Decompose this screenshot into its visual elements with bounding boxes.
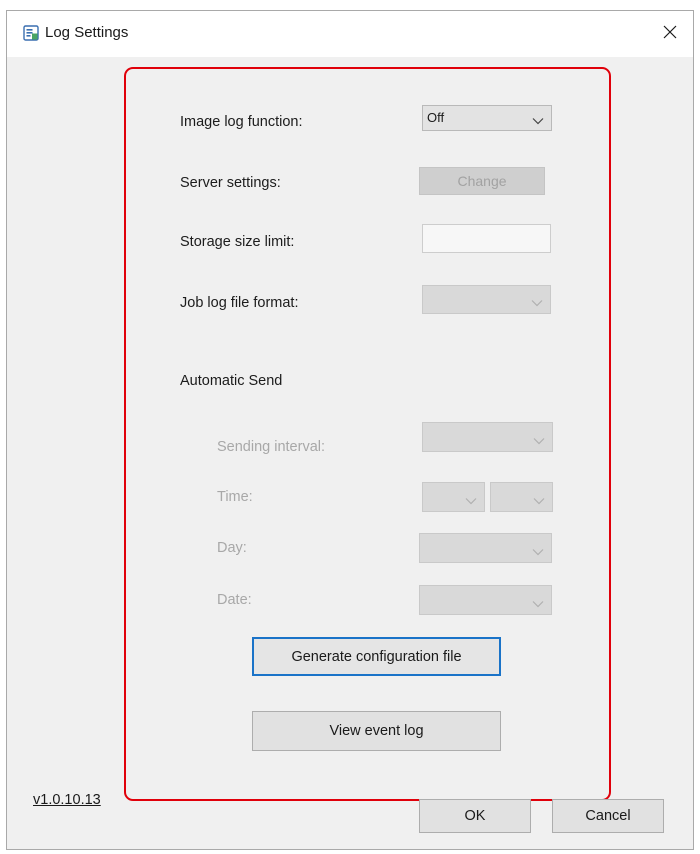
date-select[interactable] [419,585,552,615]
job-log-file-format-label: Job log file format: [180,295,299,311]
image-log-function-label: Image log function: [180,114,303,130]
storage-size-limit-input[interactable] [422,224,551,253]
sending-interval-label: Sending interval: [217,439,326,455]
chevron-down-icon [532,596,544,608]
server-settings-label: Server settings: [180,175,281,191]
window-title: Log Settings [45,24,129,41]
image-log-function-value: Off [427,110,445,125]
log-settings-dialog: Log Settings Image log function: Off Ser… [6,10,694,850]
cancel-button[interactable]: Cancel [552,799,664,833]
chevron-down-icon [532,113,544,125]
change-server-button[interactable]: Change [419,167,545,195]
version-link[interactable]: v1.0.10.13 [33,792,101,808]
storage-size-limit-label: Storage size limit: [180,234,295,250]
close-icon [663,25,677,44]
sending-interval-select[interactable] [422,422,553,452]
generate-configuration-file-button[interactable]: Generate configuration file [252,637,501,676]
job-log-file-format-select[interactable] [422,285,551,314]
automatic-send-heading: Automatic Send [180,373,283,389]
time-hour-select[interactable] [422,482,485,512]
view-event-log-button[interactable]: View event log [252,711,501,751]
ok-button[interactable]: OK [419,799,531,833]
chevron-down-icon [533,493,545,505]
chevron-down-icon [533,433,545,445]
image-log-function-select[interactable]: Off [422,105,552,131]
chevron-down-icon [532,544,544,556]
time-label: Time: [217,489,253,505]
title-bar: Log Settings [7,11,693,57]
app-icon [23,25,39,41]
close-button[interactable] [647,11,693,57]
day-label: Day: [217,540,247,556]
chevron-down-icon [465,493,477,505]
date-label: Date: [217,592,252,608]
time-minute-select[interactable] [490,482,553,512]
chevron-down-icon [531,295,543,307]
day-select[interactable] [419,533,552,563]
